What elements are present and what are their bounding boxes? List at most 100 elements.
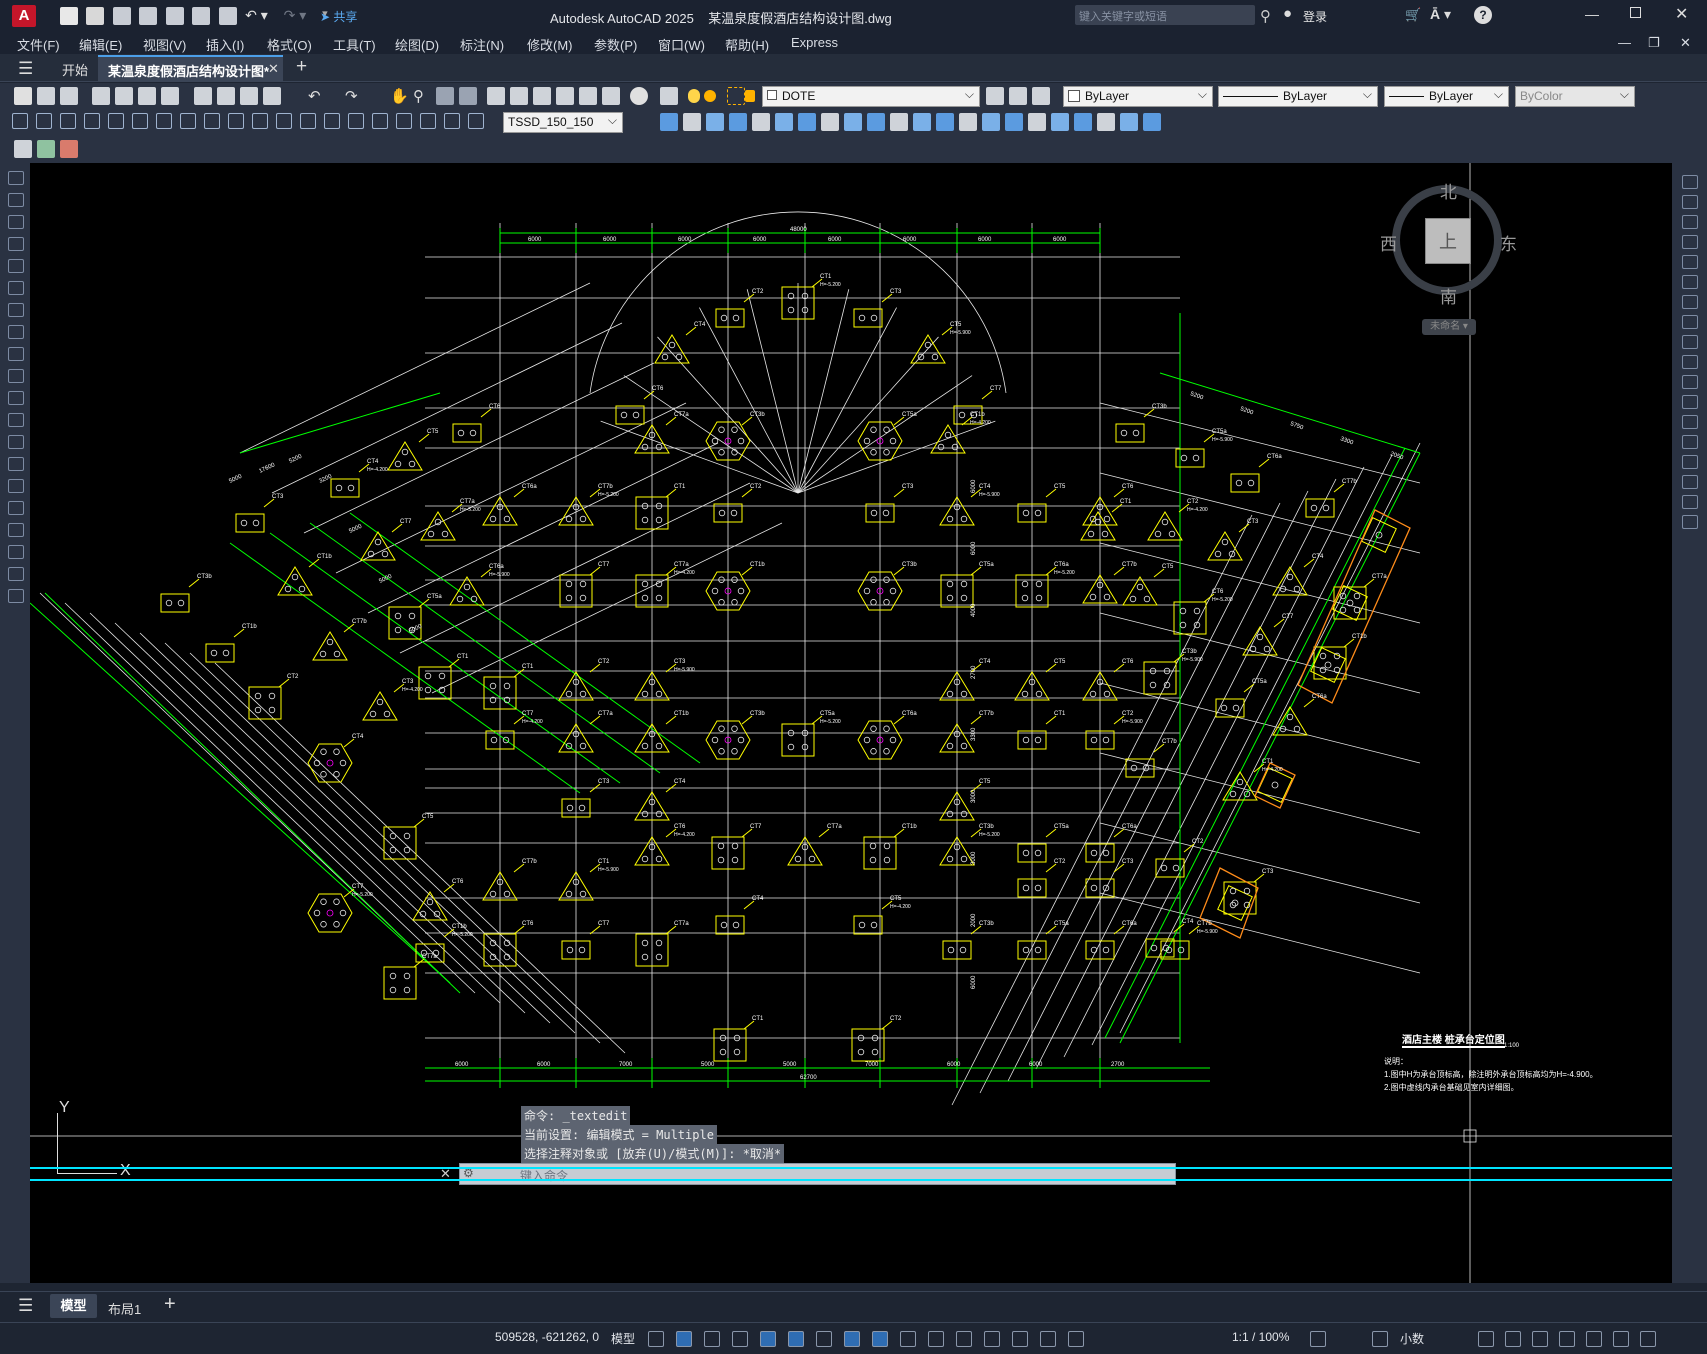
arc-icon[interactable] bbox=[8, 281, 24, 295]
tab-active-drawing[interactable]: 某温泉度假酒店结构设计图* ✕ bbox=[98, 55, 283, 82]
new-tab-button[interactable]: + bbox=[296, 56, 307, 78]
transparency-icon[interactable] bbox=[928, 1331, 944, 1347]
match-properties-icon[interactable] bbox=[263, 87, 281, 105]
zoom-window-icon[interactable] bbox=[436, 87, 454, 105]
tab-model[interactable]: 模型 bbox=[50, 1294, 97, 1318]
isolate-objects-icon[interactable] bbox=[1559, 1331, 1575, 1347]
ortho-icon[interactable] bbox=[760, 1331, 776, 1347]
isodraft-icon[interactable] bbox=[816, 1331, 832, 1347]
dim-break-icon[interactable] bbox=[300, 113, 316, 129]
center-mark-icon[interactable] bbox=[348, 113, 364, 129]
zoom-realtime-icon[interactable]: ⚲ bbox=[413, 87, 431, 105]
hamburger-menu-icon[interactable]: ☰ bbox=[18, 59, 33, 79]
rotate-tool-icon[interactable] bbox=[1682, 295, 1698, 309]
print-icon-tb[interactable] bbox=[92, 87, 110, 105]
xref-icon[interactable] bbox=[60, 140, 78, 158]
share-button[interactable]: ➤ 共享 bbox=[320, 8, 357, 25]
save-icon-tb[interactable] bbox=[60, 87, 78, 105]
undo-icon-tb[interactable]: ↶ bbox=[308, 87, 326, 105]
login-button[interactable]: 登录 bbox=[1303, 8, 1327, 25]
plotstyle-dropdown[interactable]: ByColor bbox=[1515, 86, 1635, 107]
trim-tool-icon[interactable] bbox=[1682, 355, 1698, 369]
new-file-icon[interactable] bbox=[60, 7, 78, 25]
tolerance-icon[interactable] bbox=[324, 113, 340, 129]
stretch-icon[interactable] bbox=[821, 113, 839, 131]
zoom-previous-icon[interactable] bbox=[459, 87, 477, 105]
markup-icon[interactable] bbox=[579, 87, 597, 105]
coordinates-readout[interactable]: 509528, -621262, 0 bbox=[495, 1330, 599, 1348]
join-icon[interactable] bbox=[913, 113, 931, 131]
layer-previous-icon[interactable] bbox=[1009, 87, 1027, 105]
baseline-dim-icon[interactable] bbox=[228, 113, 244, 129]
plot-preview-icon[interactable] bbox=[192, 7, 211, 25]
construction-line-icon[interactable] bbox=[8, 193, 24, 207]
annotation-visibility-icon[interactable] bbox=[1040, 1331, 1056, 1347]
command-input[interactable]: 键入命令 bbox=[520, 1167, 568, 1184]
extend-tool-icon[interactable] bbox=[1682, 375, 1698, 389]
add-selected-icon[interactable] bbox=[8, 589, 24, 603]
dim-space-icon[interactable] bbox=[276, 113, 292, 129]
scale-icon[interactable] bbox=[798, 113, 816, 131]
lineweight-icon[interactable] bbox=[900, 1331, 916, 1347]
lengthen-icon[interactable] bbox=[1097, 113, 1115, 131]
object-snap-tracking-icon[interactable] bbox=[844, 1331, 860, 1347]
publish-icon[interactable] bbox=[165, 7, 184, 25]
tab-close-icon[interactable]: ✕ bbox=[268, 61, 279, 77]
viewcube-east[interactable]: 东 bbox=[1500, 230, 1517, 255]
linear-dim-icon[interactable] bbox=[12, 113, 28, 129]
move-icon[interactable] bbox=[752, 113, 770, 131]
menu-view[interactable]: 视图(V) bbox=[143, 35, 186, 54]
doc-minimize-button[interactable]: — bbox=[1618, 35, 1631, 50]
dynamic-ucs-icon[interactable] bbox=[732, 1331, 748, 1347]
circle-icon[interactable] bbox=[8, 303, 24, 317]
chamfer-icon[interactable] bbox=[936, 113, 954, 131]
explode-tool-icon[interactable] bbox=[1682, 515, 1698, 529]
copy-object-tool-icon[interactable] bbox=[1682, 195, 1698, 209]
minimize-button[interactable]: — bbox=[1585, 6, 1599, 22]
selection-cycling-icon[interactable] bbox=[956, 1331, 972, 1347]
draworder-icon[interactable] bbox=[1143, 113, 1161, 131]
lock-ui-icon[interactable] bbox=[1532, 1331, 1548, 1347]
help-icon-tb[interactable] bbox=[630, 87, 648, 105]
quick-dim-icon[interactable] bbox=[204, 113, 220, 129]
tab-start[interactable]: 开始 bbox=[62, 60, 88, 79]
block-editor-icon[interactable] bbox=[14, 140, 32, 158]
blend-curves-tool-icon[interactable] bbox=[1682, 495, 1698, 509]
model-space-toggle[interactable]: 模型 bbox=[611, 1330, 635, 1348]
jogged-dim-icon[interactable] bbox=[132, 113, 148, 129]
publish-icon-tb[interactable] bbox=[138, 87, 156, 105]
redo-icon-tb[interactable]: ↷ bbox=[345, 87, 363, 105]
layer-properties-icon[interactable] bbox=[660, 87, 678, 105]
continue-dim-icon[interactable] bbox=[252, 113, 268, 129]
dim-edit-icon[interactable] bbox=[420, 113, 436, 129]
mirror-icon[interactable] bbox=[683, 113, 701, 131]
hardware-acceleration-icon[interactable] bbox=[1586, 1331, 1602, 1347]
color-dropdown[interactable]: ByLayer bbox=[1063, 86, 1213, 107]
fillet-tool-icon[interactable] bbox=[1682, 475, 1698, 489]
open-icon[interactable] bbox=[37, 87, 55, 105]
menu-express[interactable]: Express bbox=[791, 35, 838, 50]
search-icon[interactable]: ⚲ bbox=[1260, 7, 1271, 25]
break-icon[interactable] bbox=[890, 113, 908, 131]
erase-tool-icon[interactable] bbox=[1682, 175, 1698, 189]
menu-tools[interactable]: 工具(T) bbox=[333, 35, 376, 54]
snap-icon[interactable] bbox=[676, 1331, 692, 1347]
menu-help[interactable]: 帮助(H) bbox=[725, 35, 769, 54]
polygon-icon[interactable] bbox=[8, 237, 24, 251]
copy-icon[interactable] bbox=[660, 113, 678, 131]
explode-icon[interactable] bbox=[982, 113, 1000, 131]
make-current-layer-icon[interactable] bbox=[986, 87, 1004, 105]
print-icon[interactable] bbox=[218, 7, 237, 25]
layer-state-icon[interactable] bbox=[1032, 87, 1050, 105]
linetype-dropdown[interactable]: ByLayer bbox=[1218, 86, 1378, 107]
app-menu-button[interactable]: A bbox=[12, 5, 36, 27]
sheet-set-icon[interactable] bbox=[556, 87, 574, 105]
add-layout-button[interactable]: + bbox=[164, 1293, 176, 1316]
move-tool-icon[interactable] bbox=[1682, 275, 1698, 289]
new-icon[interactable] bbox=[14, 87, 32, 105]
help-icon[interactable]: ? bbox=[1474, 6, 1492, 24]
tool-palettes-icon[interactable] bbox=[533, 87, 551, 105]
plot-3d-icon[interactable] bbox=[161, 87, 179, 105]
stretch-tool-icon[interactable] bbox=[1682, 335, 1698, 349]
dimtext-edit-icon[interactable] bbox=[444, 113, 460, 129]
